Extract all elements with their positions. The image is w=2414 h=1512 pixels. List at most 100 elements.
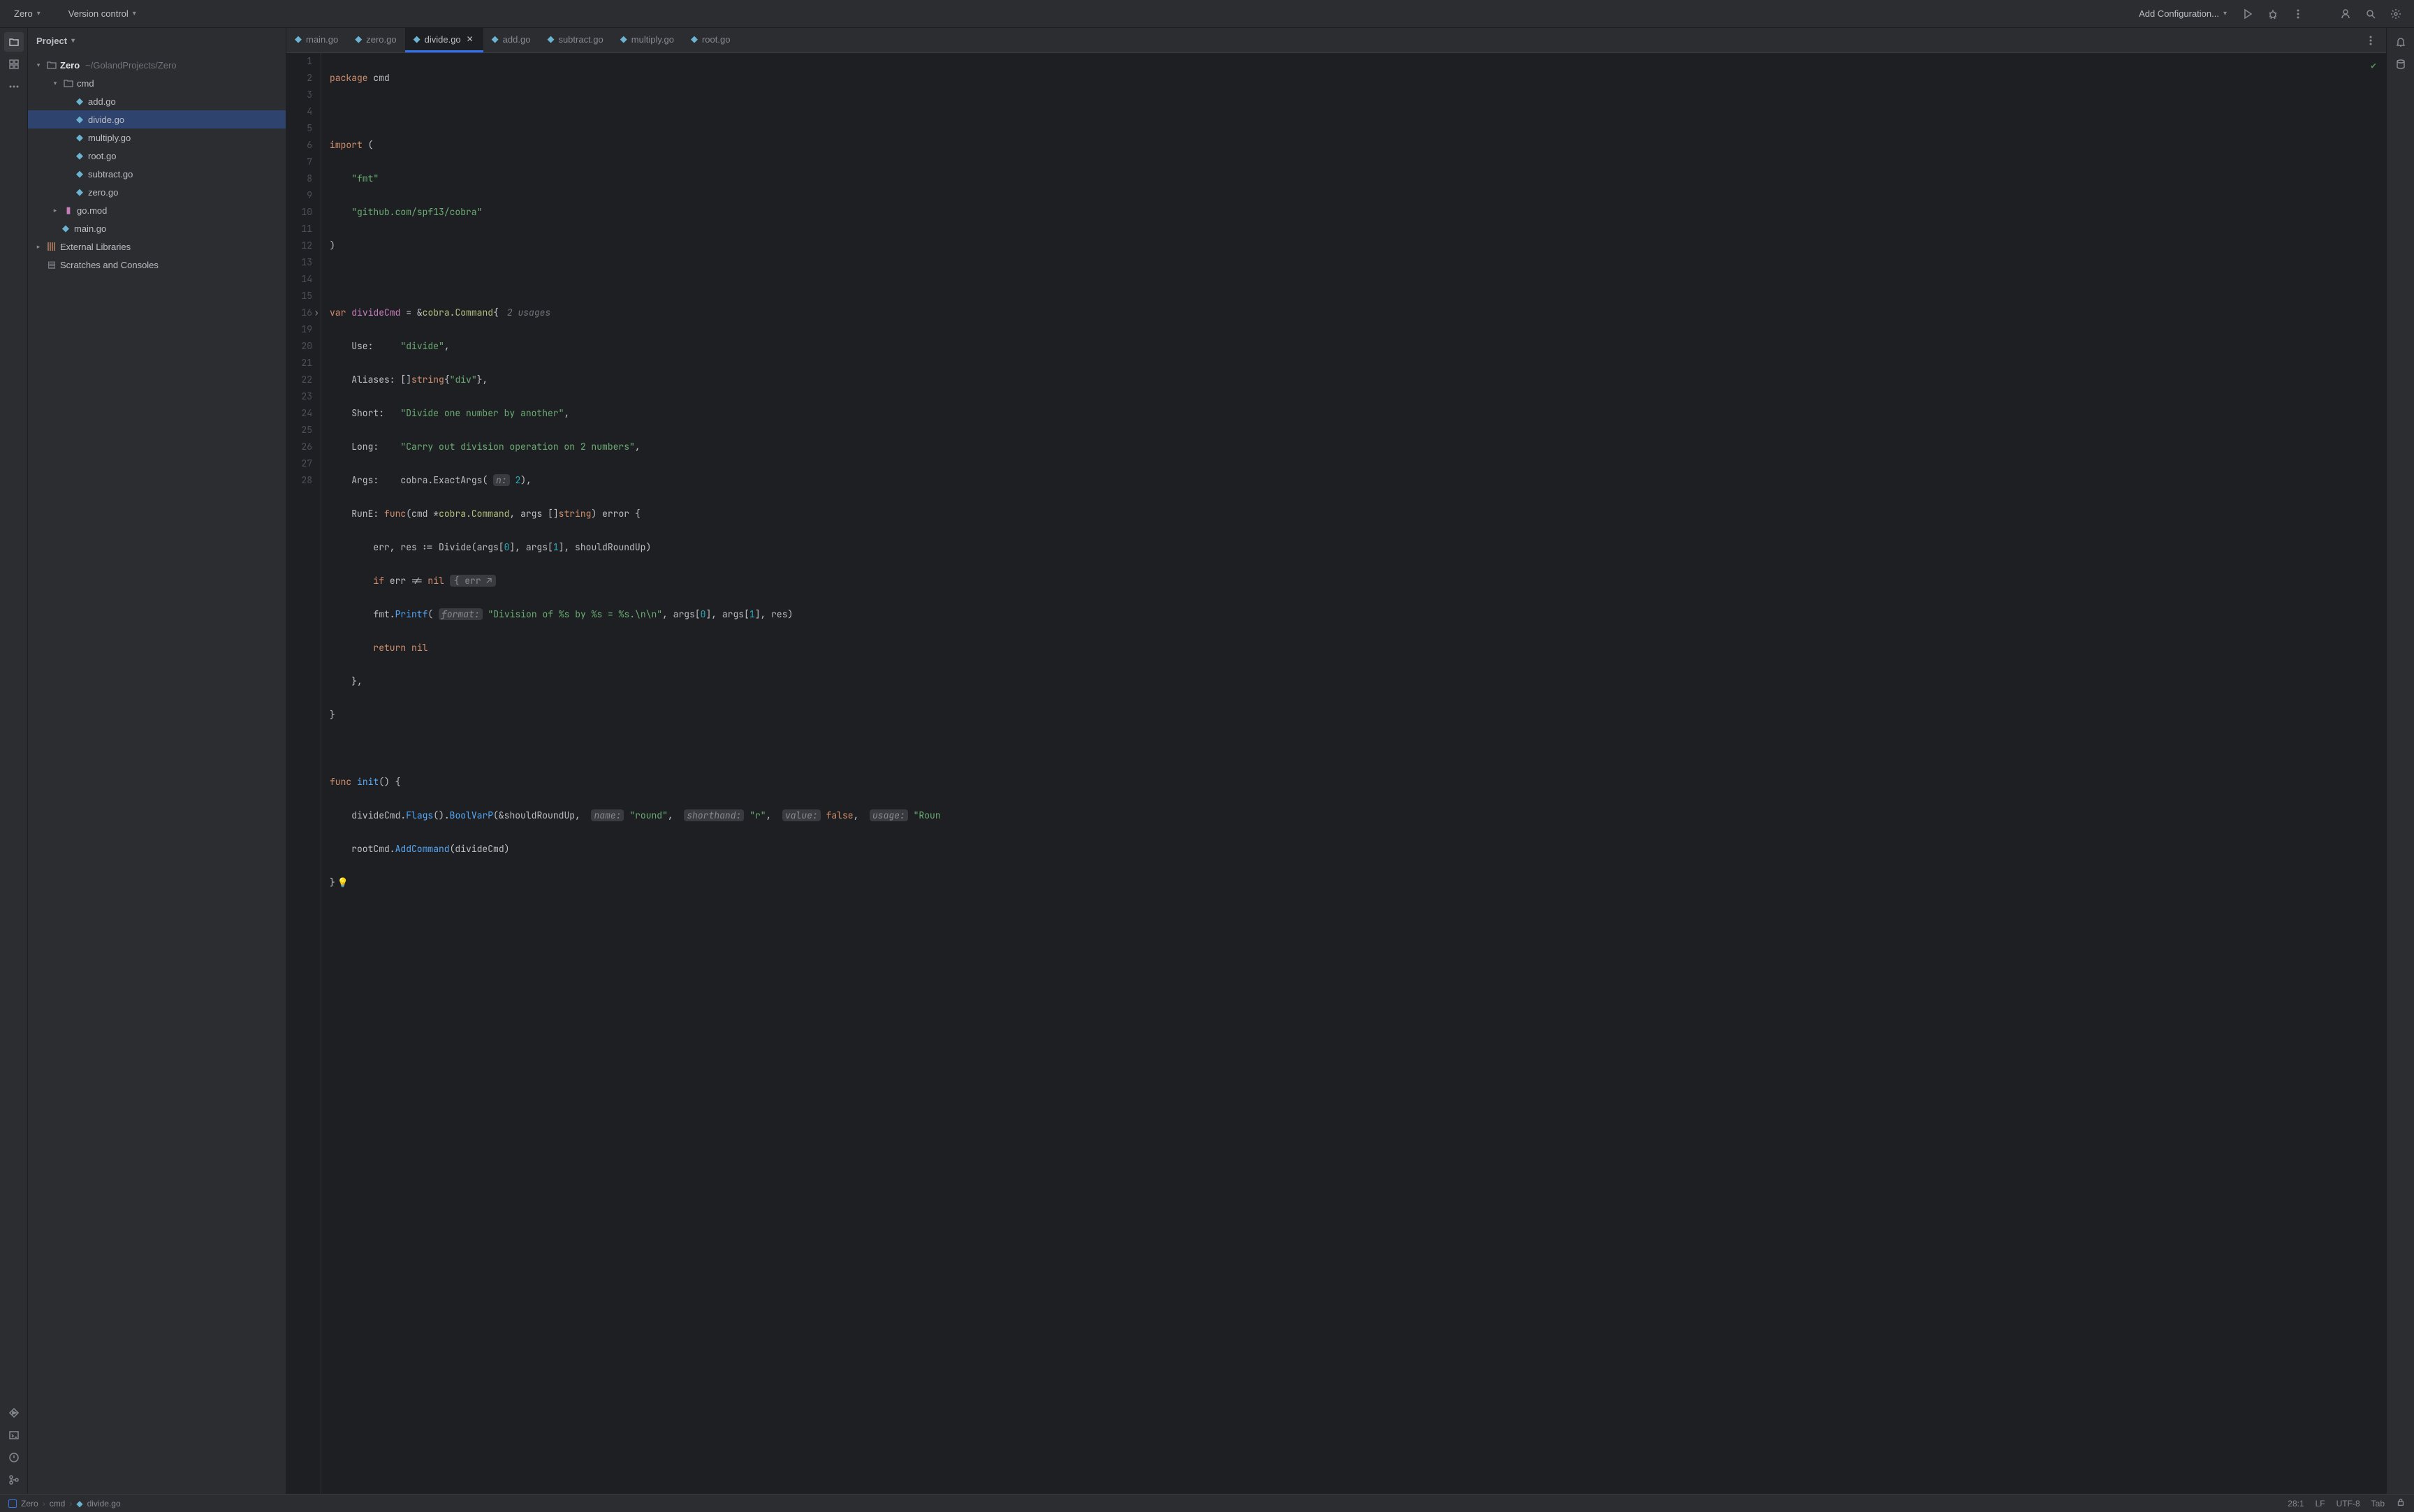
go-file-icon: ◆ — [547, 34, 554, 45]
folder-icon — [46, 59, 57, 71]
chevron-right-icon: › — [69, 1499, 72, 1509]
right-tool-strip — [2386, 28, 2414, 1494]
module-icon — [8, 1499, 17, 1508]
breadcrumb[interactable]: Zero › cmd › ◆ divide.go — [8, 1499, 121, 1509]
tree-file-divide[interactable]: ◆ divide.go — [28, 110, 286, 129]
tree-file-label: zero.go — [88, 187, 118, 198]
tab-label: add.go — [503, 34, 531, 45]
tree-file-label: go.mod — [77, 205, 107, 216]
editor-tabs: ◆ main.go ◆ zero.go ◆ divide.go ✕ ◆ add.… — [286, 28, 2386, 53]
tab-label: main.go — [306, 34, 338, 45]
chevron-right-icon: › — [43, 1499, 45, 1509]
tab-label: divide.go — [425, 34, 461, 45]
terminal-tool-button[interactable] — [4, 1425, 24, 1445]
project-panel-header[interactable]: Project ▾ — [28, 28, 286, 53]
git-tool-button[interactable] — [4, 1470, 24, 1490]
problems-tool-button[interactable] — [4, 1448, 24, 1467]
code-editor[interactable]: ✔ 123 456 789 101112 131415 161920 21222… — [286, 53, 2386, 1494]
tab-zero[interactable]: ◆ zero.go — [346, 28, 404, 52]
tree-external-libraries[interactable]: ▸ External Libraries — [28, 237, 286, 256]
param-hint: name: — [591, 809, 624, 821]
go-file-icon: ◆ — [74, 186, 85, 198]
file-encoding[interactable]: UTF-8 — [2336, 1499, 2360, 1509]
go-file-icon: ◆ — [74, 168, 85, 179]
breadcrumb-item: divide.go — [87, 1499, 121, 1509]
tree-file-label: add.go — [88, 96, 116, 107]
intention-bulb-icon[interactable]: 💡 — [337, 876, 349, 888]
param-hint: shorthand: — [684, 809, 744, 821]
run-button[interactable] — [2238, 4, 2258, 24]
tree-scratches[interactable]: ▤ Scratches and Consoles — [28, 256, 286, 274]
expand-arrow-icon: ▾ — [34, 61, 43, 69]
go-file-icon: ◆ — [74, 114, 85, 125]
tab-label: multiply.go — [631, 34, 674, 45]
vcs-label: Version control — [68, 8, 129, 19]
code-content[interactable]: package cmd import ( "fmt" "github.com/s… — [321, 53, 2386, 1494]
tab-subtract[interactable]: ◆ subtract.go — [539, 28, 611, 52]
param-hint: usage: — [870, 809, 908, 821]
go-file-icon: ◆ — [691, 34, 698, 45]
chevron-down-icon: ▾ — [37, 10, 41, 17]
param-hint: format: — [439, 608, 483, 620]
debug-button[interactable] — [2263, 4, 2283, 24]
tree-root[interactable]: ▾ Zero ~/GolandProjects/Zero — [28, 56, 286, 74]
go-file-icon: ◆ — [74, 150, 85, 161]
code-with-me-button[interactable] — [2336, 4, 2355, 24]
run-configuration-selector[interactable]: Add Configuration... ▾ — [2133, 6, 2232, 22]
tree-file-root[interactable]: ◆ root.go — [28, 147, 286, 165]
go-file-icon: ◆ — [295, 34, 302, 45]
project-selector[interactable]: Zero ▾ — [8, 6, 46, 22]
notifications-tool-button[interactable] — [2391, 32, 2411, 52]
tree-folder-cmd[interactable]: ▾ cmd — [28, 74, 286, 92]
project-tree: ▾ Zero ~/GolandProjects/Zero ▾ cmd — [28, 53, 286, 1494]
tree-file-gomod[interactable]: ▸ ▮ go.mod — [28, 201, 286, 219]
tree-root-path: ~/GolandProjects/Zero — [85, 60, 176, 71]
library-icon — [46, 241, 57, 252]
tree-file-label: multiply.go — [88, 133, 131, 143]
structure-tool-button[interactable] — [4, 54, 24, 74]
tree-file-main[interactable]: ◆ main.go — [28, 219, 286, 237]
chevron-down-icon: ▾ — [71, 37, 75, 45]
tree-file-multiply[interactable]: ◆ multiply.go — [28, 129, 286, 147]
tab-multiply[interactable]: ◆ multiply.go — [612, 28, 682, 52]
close-tab-button[interactable]: ✕ — [465, 34, 475, 44]
readonly-lock-icon[interactable] — [2396, 1497, 2406, 1509]
search-button[interactable] — [2361, 4, 2380, 24]
tabs-more-button[interactable] — [2361, 31, 2380, 50]
vcs-selector[interactable]: Version control ▾ — [63, 6, 142, 22]
tree-file-label: root.go — [88, 151, 116, 161]
breadcrumb-item: cmd — [50, 1499, 66, 1509]
go-file-icon: ◆ — [60, 223, 71, 234]
go-file-icon: ◆ — [414, 34, 420, 45]
tree-file-label: divide.go — [88, 115, 124, 125]
tab-label: zero.go — [366, 34, 396, 45]
tab-label: subtract.go — [558, 34, 603, 45]
line-separator[interactable]: LF — [2316, 1499, 2325, 1509]
more-tool-button[interactable] — [4, 77, 24, 96]
more-actions-button[interactable] — [2288, 4, 2308, 24]
gomod-file-icon: ▮ — [63, 205, 74, 216]
indent-mode[interactable]: Tab — [2371, 1499, 2385, 1509]
tree-file-subtract[interactable]: ◆ subtract.go — [28, 165, 286, 183]
services-tool-button[interactable] — [4, 1403, 24, 1423]
project-name: Zero — [14, 8, 33, 19]
project-panel-title: Project — [36, 36, 67, 46]
usages-hint[interactable]: 2 usages — [507, 307, 550, 318]
database-tool-button[interactable] — [2391, 54, 2411, 74]
tree-file-add[interactable]: ◆ add.go — [28, 92, 286, 110]
project-panel: Project ▾ ▾ Zero ~/GolandProjects/Zero ▾ — [28, 28, 286, 1494]
go-file-icon: ◆ — [355, 34, 362, 45]
tab-root[interactable]: ◆ root.go — [682, 28, 738, 52]
go-file-icon: ◆ — [74, 132, 85, 143]
tree-file-zero[interactable]: ◆ zero.go — [28, 183, 286, 201]
gutter: 123 456 789 101112 131415 161920 212223 … — [286, 53, 321, 1494]
settings-button[interactable] — [2386, 4, 2406, 24]
folded-block[interactable]: { err ↗ — [450, 575, 497, 587]
project-tool-button[interactable] — [4, 32, 24, 52]
tab-divide[interactable]: ◆ divide.go ✕ — [405, 28, 483, 52]
tree-root-name: Zero — [60, 60, 80, 71]
caret-position[interactable]: 28:1 — [2288, 1499, 2304, 1509]
tab-main[interactable]: ◆ main.go — [286, 28, 346, 52]
tab-label: root.go — [702, 34, 730, 45]
tab-add[interactable]: ◆ add.go — [483, 28, 539, 52]
